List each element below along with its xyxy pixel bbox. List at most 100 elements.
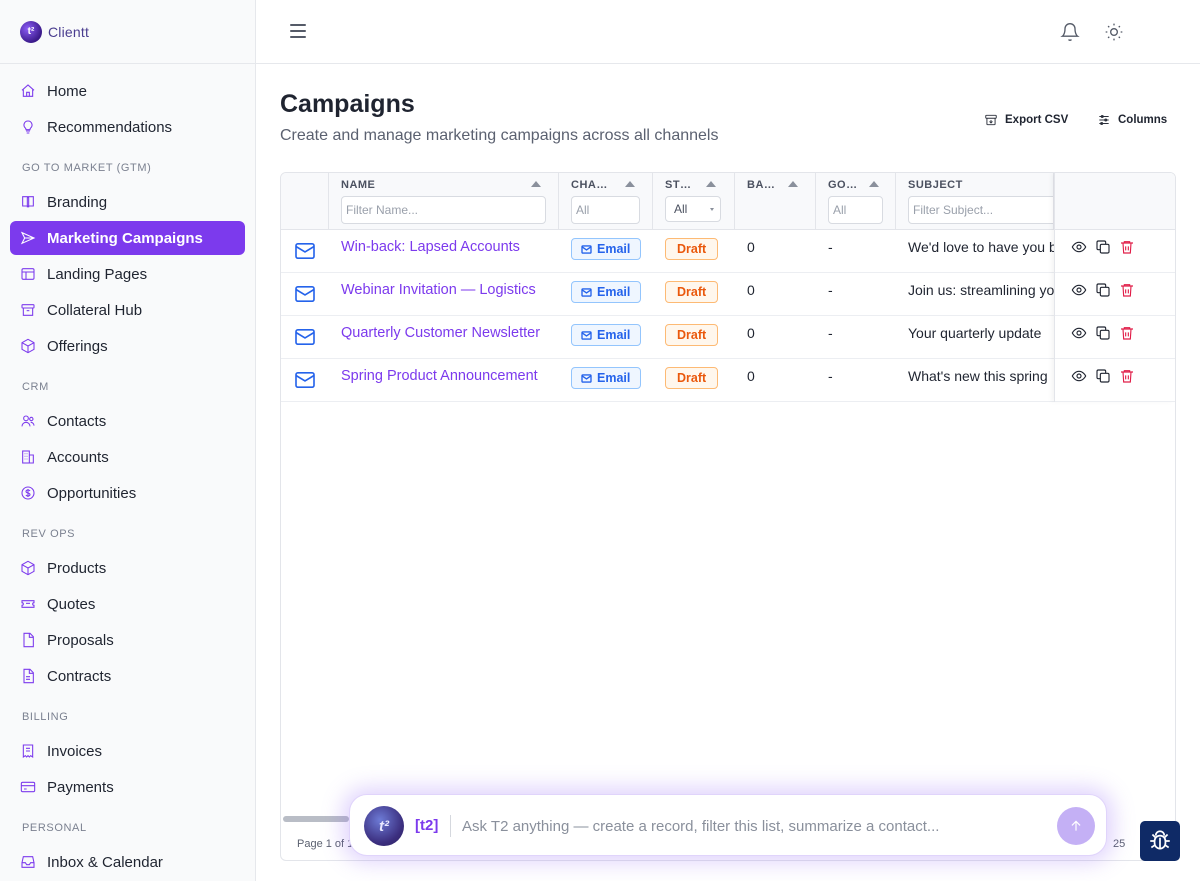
- trash-icon[interactable]: [1119, 282, 1135, 298]
- status-badge: Draft: [665, 238, 719, 260]
- columns-button[interactable]: Columns: [1097, 110, 1167, 130]
- bug-report-button[interactable]: [1140, 821, 1180, 861]
- trash-icon[interactable]: [1119, 325, 1135, 341]
- campaign-name-link[interactable]: Spring Product Announcement: [341, 368, 538, 384]
- horizontal-scrollbar[interactable]: [283, 816, 349, 822]
- column-label-channel: CHA…: [571, 179, 608, 191]
- column-header-channel[interactable]: CHA…: [559, 173, 653, 230]
- table-row[interactable]: Webinar Invitation — Logistics Email Draft…: [281, 273, 1175, 316]
- sidebar-item-landing-pages[interactable]: Landing Pages: [10, 257, 245, 291]
- sidebar-item-home[interactable]: Home: [10, 74, 245, 108]
- column-header-goal[interactable]: GO…: [816, 173, 896, 230]
- sliders-icon: [1099, 114, 1109, 126]
- send-button[interactable]: [1057, 807, 1095, 845]
- table-row[interactable]: Win-back: Lapsed Accounts Email Draft 0 - We'…: [281, 230, 1175, 273]
- assistant-input[interactable]: [462, 814, 1042, 838]
- campaign-name-link[interactable]: Webinar Invitation — Logistics: [341, 282, 536, 298]
- column-header-subject[interactable]: SUBJECT: [896, 173, 1054, 230]
- file-icon: [20, 632, 36, 648]
- campaigns-table: NAME CHA… ST… All BA…: [280, 172, 1176, 861]
- sidebar-item-offerings[interactable]: Offerings: [10, 329, 245, 363]
- box-icon: [20, 560, 36, 576]
- eye-icon[interactable]: [1071, 282, 1087, 298]
- caret-down-icon: [710, 208, 714, 211]
- sidebar-item-proposals[interactable]: Proposals: [10, 623, 245, 657]
- sidebar-item-contacts[interactable]: Contacts: [10, 404, 245, 438]
- status-badge: Draft: [665, 324, 719, 346]
- column-header-name[interactable]: NAME: [329, 173, 559, 230]
- sort-arrow-icon[interactable]: [531, 181, 541, 187]
- channel-badge: Email: [571, 324, 642, 346]
- column-header-status[interactable]: ST… All: [653, 173, 735, 230]
- row-icon-cell: [281, 230, 329, 273]
- sidebar-item-label: Collateral Hub: [47, 301, 143, 319]
- sidebar-item-label: Inbox & Calendar: [47, 853, 163, 871]
- eye-icon[interactable]: [1071, 325, 1087, 341]
- sidebar-item-invoices[interactable]: Invoices: [10, 734, 245, 768]
- logo[interactable]: t² Clientt: [0, 0, 255, 64]
- row-icon-cell: [281, 316, 329, 359]
- layout-icon: [20, 266, 36, 282]
- column-header-batches[interactable]: BA…: [735, 173, 816, 230]
- sort-arrow-icon[interactable]: [625, 181, 635, 187]
- table-row[interactable]: Quarterly Customer Newsletter Email Draft 0…: [281, 316, 1175, 359]
- sidebar-item-payments[interactable]: Payments: [10, 770, 245, 804]
- goal-value: -: [828, 325, 833, 341]
- channel-cell: Email: [559, 359, 653, 402]
- sidebar-item-label: Invoices: [47, 742, 103, 760]
- subject-value: What's new this spring: [908, 368, 1048, 384]
- eye-icon[interactable]: [1071, 368, 1087, 384]
- sidebar-item-collateral-hub[interactable]: Collateral Hub: [10, 293, 245, 327]
- hamburger-icon[interactable]: [290, 24, 306, 38]
- channel-label: Email: [597, 328, 631, 342]
- campaign-name-link[interactable]: Quarterly Customer Newsletter: [341, 325, 540, 341]
- sidebar-item-branding[interactable]: Branding: [10, 185, 245, 219]
- status-filter-select[interactable]: All: [665, 196, 721, 222]
- sidebar-item-quotes[interactable]: Quotes: [10, 587, 245, 621]
- trash-icon[interactable]: [1119, 239, 1135, 255]
- mail-icon: [294, 285, 316, 303]
- channel-cell: Email: [559, 273, 653, 316]
- goal-cell: -: [816, 273, 896, 316]
- credit-card-icon: [20, 779, 36, 795]
- sort-arrow-icon[interactable]: [706, 181, 716, 187]
- sidebar-item-opportunities[interactable]: Opportunities: [10, 476, 245, 510]
- sort-arrow-icon[interactable]: [869, 181, 879, 187]
- sidebar-item-label: Proposals: [47, 631, 114, 649]
- name-cell: Webinar Invitation — Logistics: [329, 273, 559, 316]
- name-cell: Win-back: Lapsed Accounts: [329, 230, 559, 273]
- name-filter-input[interactable]: [341, 196, 546, 224]
- package-icon: [20, 338, 36, 354]
- sidebar-item-accounts[interactable]: Accounts: [10, 440, 245, 474]
- copy-icon[interactable]: [1095, 368, 1111, 384]
- table-row[interactable]: Spring Product Announcement Email Draft 0 - W…: [281, 359, 1175, 402]
- channel-label: Email: [597, 371, 631, 385]
- copy-icon[interactable]: [1095, 325, 1111, 341]
- goal-filter-input[interactable]: [828, 196, 883, 224]
- goal-value: -: [828, 368, 833, 384]
- bell-icon[interactable]: [1060, 22, 1080, 42]
- channel-badge: Email: [571, 281, 642, 303]
- send-icon: [20, 230, 36, 246]
- sidebar-item-recommendations[interactable]: Recommendations: [10, 110, 245, 144]
- channel-filter-input[interactable]: [571, 196, 640, 224]
- name-cell: Quarterly Customer Newsletter: [329, 316, 559, 359]
- ticket-icon: [20, 596, 36, 612]
- sidebar-item-products[interactable]: Products: [10, 551, 245, 585]
- export-csv-button[interactable]: Export CSV: [984, 110, 1068, 130]
- campaign-name-link[interactable]: Win-back: Lapsed Accounts: [341, 239, 520, 255]
- trash-icon[interactable]: [1119, 368, 1135, 384]
- sidebar-item-label: Accounts: [47, 448, 109, 466]
- channel-cell: Email: [559, 316, 653, 359]
- eye-icon[interactable]: [1071, 239, 1087, 255]
- subject-filter-input[interactable]: [908, 196, 1053, 224]
- sidebar-item-inbox-calendar[interactable]: Inbox & Calendar: [10, 845, 245, 879]
- sidebar-item-marketing-campaigns[interactable]: Marketing Campaigns: [10, 221, 245, 255]
- sun-icon[interactable]: [1104, 22, 1124, 42]
- sidebar-item-contracts[interactable]: Contracts: [10, 659, 245, 693]
- sort-arrow-icon[interactable]: [788, 181, 798, 187]
- copy-icon[interactable]: [1095, 282, 1111, 298]
- copy-icon[interactable]: [1095, 239, 1111, 255]
- page-size-select[interactable]: 25: [1113, 838, 1125, 850]
- archive-icon: [985, 114, 997, 126]
